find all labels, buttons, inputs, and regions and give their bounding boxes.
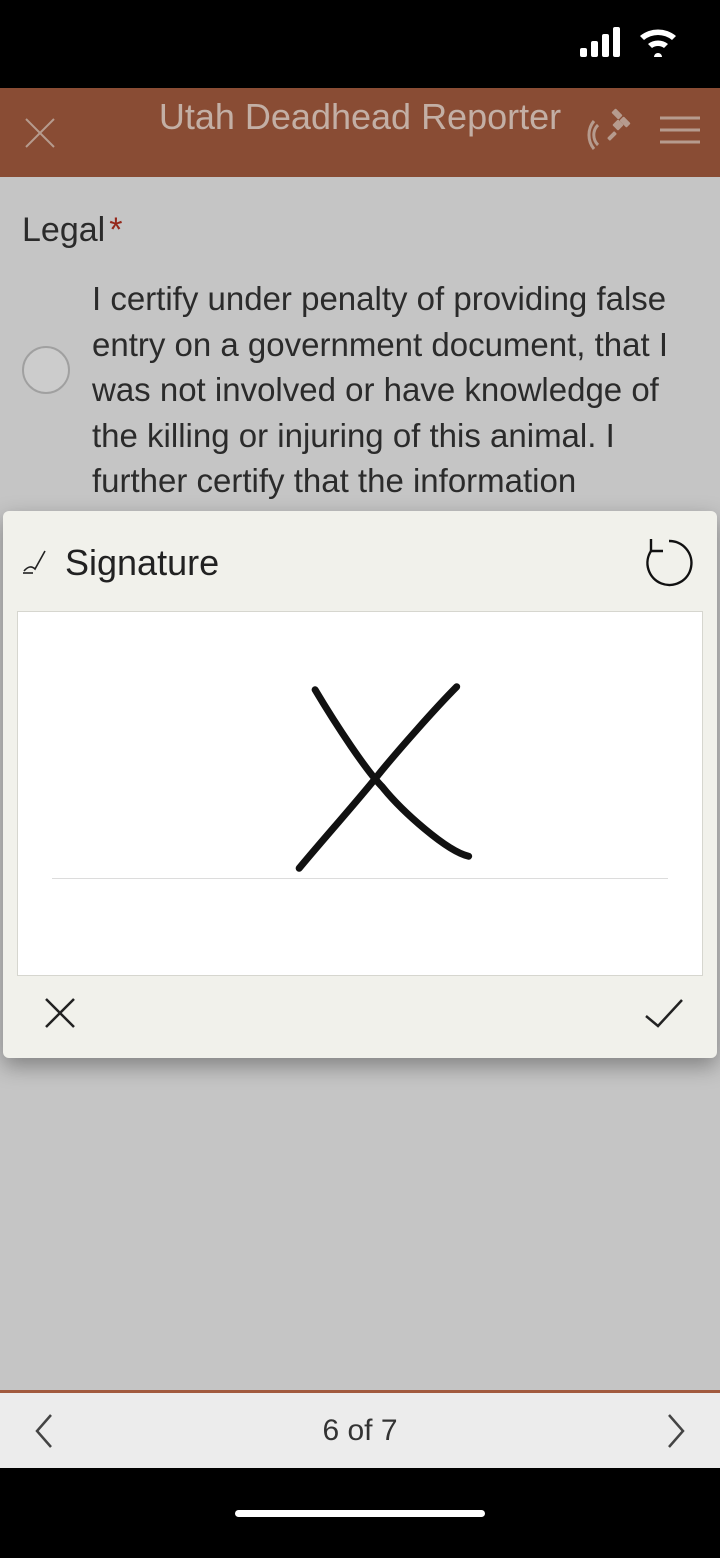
signature-cancel-button[interactable] xyxy=(35,988,85,1038)
close-icon xyxy=(41,994,79,1032)
wifi-icon xyxy=(638,27,678,62)
undo-rotate-icon xyxy=(641,535,697,591)
section-label: Legal xyxy=(22,211,105,249)
signature-modal: Signature xyxy=(3,511,717,1058)
close-button[interactable] xyxy=(20,113,60,153)
signature-baseline xyxy=(52,878,668,879)
cellular-signal-icon xyxy=(580,27,624,62)
signature-confirm-button[interactable] xyxy=(639,988,689,1038)
required-asterisk: * xyxy=(109,211,122,249)
chevron-right-icon xyxy=(665,1411,687,1451)
signature-title: Signature xyxy=(65,542,219,584)
section-header: Legal * xyxy=(22,211,698,250)
pagination-footer: 6 of 7 xyxy=(0,1390,720,1468)
home-bar xyxy=(0,1468,720,1558)
page-indicator: 6 of 7 xyxy=(322,1414,397,1448)
checkmark-icon xyxy=(640,994,688,1032)
menu-button[interactable] xyxy=(660,115,700,150)
close-icon xyxy=(23,116,57,150)
signature-stroke xyxy=(18,612,702,976)
signature-pen-icon xyxy=(21,546,51,581)
gps-satellite-icon[interactable] xyxy=(586,105,636,160)
next-page-button[interactable] xyxy=(656,1411,696,1451)
legal-certify-radio[interactable] xyxy=(22,346,70,394)
chevron-left-icon xyxy=(33,1411,55,1451)
hamburger-icon xyxy=(660,115,700,145)
app-header: Utah Deadhead Reporter xyxy=(0,88,720,177)
previous-page-button[interactable] xyxy=(24,1411,64,1451)
signature-canvas[interactable] xyxy=(17,611,703,976)
signature-reset-button[interactable] xyxy=(639,533,699,593)
page-title: Utah Deadhead Reporter xyxy=(159,96,561,138)
home-indicator[interactable] xyxy=(235,1510,485,1517)
status-bar xyxy=(0,0,720,88)
